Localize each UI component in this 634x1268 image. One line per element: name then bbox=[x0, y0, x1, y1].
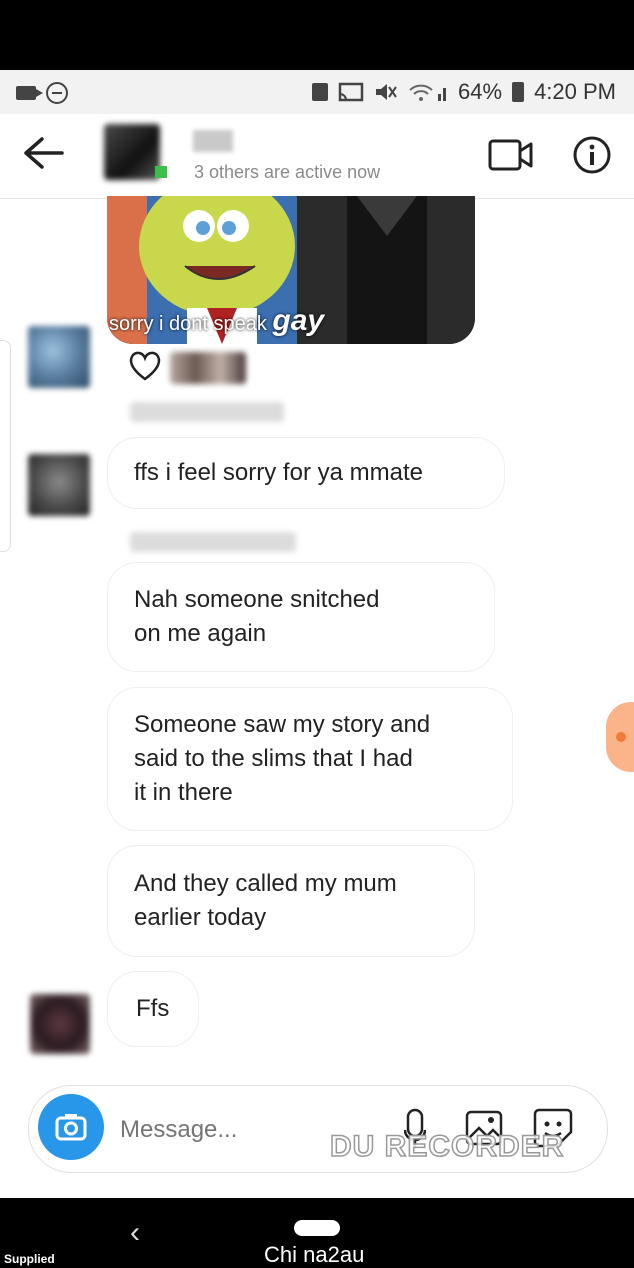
message-line: earlier today bbox=[134, 904, 267, 931]
lock-icon bbox=[312, 83, 329, 101]
status-bar: 64% 4:20 PM bbox=[0, 70, 634, 114]
message-line: on me again bbox=[134, 620, 267, 647]
message-bubble[interactable]: ffs i feel sorry for ya mmate bbox=[107, 437, 505, 509]
message-line: And they called my mum bbox=[134, 870, 397, 897]
active-indicator bbox=[155, 166, 167, 178]
message-line: Nah someone snitched bbox=[134, 586, 380, 613]
group-avatar[interactable] bbox=[104, 124, 160, 180]
timestamp-redacted bbox=[130, 402, 284, 422]
floating-chat-head[interactable] bbox=[606, 702, 634, 772]
video-icon bbox=[16, 86, 43, 100]
camera-button[interactable] bbox=[38, 1094, 104, 1160]
screen: 64% 4:20 PM 3 others are active now sorr… bbox=[0, 70, 634, 1198]
message-text: Ffs bbox=[136, 995, 170, 1022]
timestamp-redacted bbox=[130, 532, 296, 552]
message-text: And they called my mum earlier today bbox=[134, 867, 397, 935]
back-arrow-icon[interactable] bbox=[22, 136, 64, 170]
credit-watermark: Chi na2au bbox=[264, 1242, 365, 1267]
dnd-icon bbox=[46, 82, 68, 104]
clock: 4:20 PM bbox=[534, 79, 616, 104]
thread-indicator bbox=[0, 340, 11, 552]
message-line: it in there bbox=[134, 779, 233, 806]
message-text: Someone saw my story and said to the slim… bbox=[134, 708, 430, 810]
nav-back-button[interactable]: ‹ bbox=[130, 1216, 140, 1250]
heart-icon[interactable] bbox=[128, 350, 162, 382]
message-bubble[interactable]: And they called my mum earlier today bbox=[107, 845, 475, 957]
battery-icon bbox=[512, 82, 525, 102]
meme-caption: sorry i dont speak gay bbox=[109, 304, 324, 338]
nav-home-button[interactable] bbox=[294, 1220, 340, 1236]
reaction-avatars[interactable] bbox=[170, 352, 246, 384]
sender-avatar[interactable] bbox=[30, 994, 90, 1054]
meme-caption-text: sorry i dont speak bbox=[109, 313, 267, 335]
battery-percent: 64% bbox=[458, 79, 503, 104]
message-input[interactable] bbox=[118, 1115, 322, 1145]
navigation-bar: ‹ Supplied Chi na2au bbox=[0, 1198, 634, 1268]
message-line: said to the slims that I had bbox=[134, 745, 413, 772]
sender-avatar[interactable] bbox=[28, 454, 90, 516]
sender-avatar[interactable] bbox=[28, 326, 90, 388]
message-bubble[interactable]: Someone saw my story and said to the slim… bbox=[107, 687, 513, 831]
message-text: Nah someone snitched on me again bbox=[134, 583, 379, 651]
meme-caption-emphasis: gay bbox=[272, 304, 325, 337]
supplied-label: Supplied bbox=[4, 1252, 55, 1266]
active-status: 3 others are active now bbox=[194, 162, 381, 182]
message-text: ffs i feel sorry for ya mmate bbox=[134, 459, 423, 486]
video-call-icon[interactable] bbox=[488, 138, 534, 172]
message-line: Someone saw my story and bbox=[134, 711, 431, 738]
camera-icon bbox=[55, 1114, 87, 1141]
mute-icon bbox=[376, 84, 397, 100]
cast-icon bbox=[338, 82, 364, 102]
message-bubble[interactable]: Ffs bbox=[107, 971, 199, 1047]
message-bubble[interactable]: Nah someone snitched on me again bbox=[107, 562, 495, 672]
wifi-signal-icon bbox=[409, 84, 447, 101]
chat-header bbox=[0, 114, 634, 199]
info-icon[interactable] bbox=[572, 135, 612, 175]
recorder-watermark: DU RECORDER bbox=[329, 1129, 565, 1164]
shared-meme-image[interactable]: sorry i dont speak gay bbox=[107, 196, 475, 344]
group-name-redacted bbox=[193, 130, 233, 152]
